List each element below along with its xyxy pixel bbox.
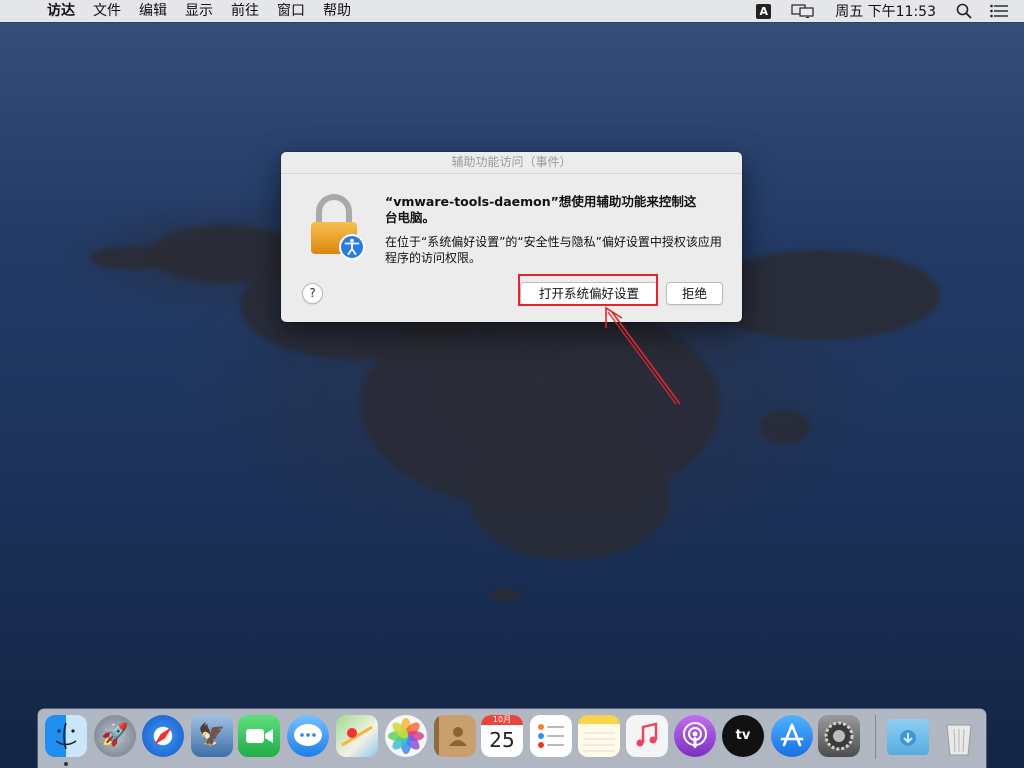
contacts-icon[interactable] (434, 715, 476, 757)
menu-finder[interactable]: 访达 (38, 0, 84, 22)
calendar-icon[interactable]: 10月 25 (481, 715, 523, 757)
calendar-month: 10月 (481, 715, 523, 725)
input-source-icon[interactable]: A (756, 3, 772, 19)
menu-edit[interactable]: 编辑 (130, 0, 176, 22)
dialog-message-title: “vmware-tools-daemon”想使用辅助功能来控制这台电脑。 (385, 194, 697, 225)
safari-icon[interactable] (142, 715, 184, 757)
island-shape (490, 588, 520, 602)
menu-view[interactable]: 显示 (176, 0, 222, 22)
maps-icon[interactable] (336, 715, 378, 757)
finder-icon[interactable] (45, 715, 87, 757)
messages-icon[interactable] (287, 715, 329, 757)
menu-clock[interactable]: 周五 下午11:53 (835, 1, 936, 21)
facetime-icon[interactable] (238, 715, 280, 757)
annotation-highlight-box (518, 274, 658, 306)
calendar-day: 25 (489, 728, 515, 752)
notes-icon[interactable] (578, 715, 620, 757)
music-icon[interactable] (626, 715, 668, 757)
running-indicator (64, 762, 68, 766)
island-shape (760, 410, 810, 444)
apple-tv-icon[interactable]: tv (722, 715, 764, 757)
dialog-title: 辅助功能访问（事件） (281, 152, 742, 174)
trash-icon[interactable] (938, 715, 980, 757)
accessibility-access-dialog: 辅助功能访问（事件） “vmware-tools-daemon”想使用辅助功能来… (281, 152, 742, 322)
photo-booth-icon[interactable]: 🦅 (191, 715, 233, 757)
menu-go[interactable]: 前往 (222, 0, 268, 22)
system-preferences-icon[interactable] (818, 715, 860, 757)
downloads-folder-icon[interactable] (887, 719, 929, 755)
photos-icon[interactable] (385, 715, 427, 757)
deny-button[interactable]: 拒绝 (666, 282, 723, 305)
reminders-icon[interactable] (530, 715, 572, 757)
notification-center-icon[interactable] (990, 4, 1008, 18)
display-mirroring-icon[interactable] (791, 4, 815, 18)
app-store-icon[interactable] (771, 715, 813, 757)
spotlight-search-icon[interactable] (956, 3, 972, 19)
menu-window[interactable]: 窗口 (268, 0, 314, 22)
menu-file[interactable]: 文件 (84, 0, 130, 22)
dock-separator (875, 715, 876, 759)
dock: 🚀 🦅 10月 25 tv (38, 709, 986, 768)
menu-help[interactable]: 帮助 (314, 0, 360, 22)
lock-accessibility-icon (311, 194, 365, 260)
launchpad-icon[interactable]: 🚀 (94, 715, 136, 757)
help-button[interactable]: ? (302, 283, 323, 304)
desktop-wallpaper (0, 0, 1024, 768)
island-shape (470, 440, 670, 560)
dialog-message-body: 在位于“系统偏好设置”的“安全性与隐私”偏好设置中授权该应用程序的访问权限。 (385, 235, 722, 265)
podcasts-icon[interactable] (674, 715, 716, 757)
menu-bar: 访达 文件 编辑 显示 前往 窗口 帮助 A 周五 下午11:53 (0, 0, 1024, 22)
